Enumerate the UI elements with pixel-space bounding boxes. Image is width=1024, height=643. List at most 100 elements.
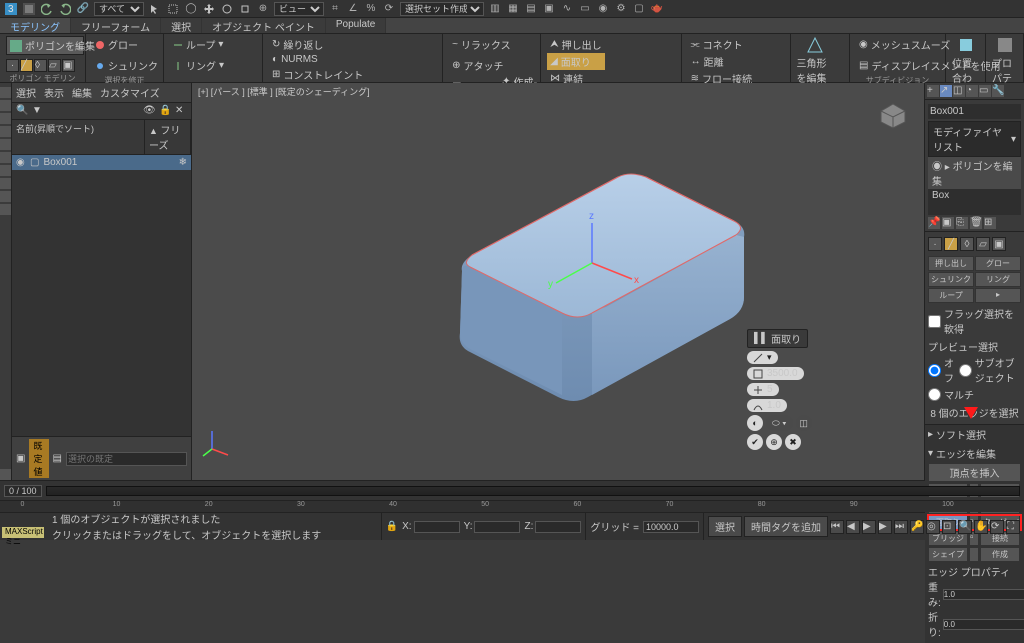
lt-7-icon[interactable] [0,165,11,176]
tab-hierarchy-icon[interactable]: ◫ [953,85,965,97]
viewport-label[interactable]: [+] [パース ] [標準 ] [既定のシェーディング] [198,85,370,98]
object-name-field[interactable]: Box001 [928,104,1021,119]
softsel-rollout[interactable]: ▸ ソフト選択 [925,425,1024,444]
tab-selection[interactable]: 選択 [161,18,202,33]
lt-4-icon[interactable] [0,126,11,137]
lt-2-icon[interactable] [0,100,11,111]
sel-shrink[interactable]: シュリンク [928,272,974,287]
default-chip[interactable]: 既定値 [29,439,48,478]
lt-bottom-icon[interactable] [0,469,11,480]
chamfer-edge-button[interactable]: ◢ 面取り [547,53,605,70]
chamfer-caddy[interactable]: ▌▌面取り ▾ 3500.0 5 1.0 ◐ ⬭ ▾ ◫ ✔ ⊕ ✖ [747,329,812,450]
stack-remove-icon[interactable]: 🗑 [970,217,982,229]
subobj-poly-icon[interactable]: ▱ [48,59,61,72]
sel-grow[interactable]: グロー [975,256,1021,271]
grow-button[interactable]: グロー [92,36,141,53]
scene-lock-icon[interactable]: 🔒 [159,105,171,117]
tab-display-icon[interactable]: ▭ [979,85,991,97]
scene-close-icon[interactable]: ✕ [175,105,187,117]
rotate-icon[interactable] [220,2,234,16]
select-lasso-icon[interactable]: ◯ [184,2,198,16]
scene-foot-icon[interactable]: ▣ [16,453,25,464]
lt-5-icon[interactable] [0,139,11,150]
freeze-icon[interactable]: ❄ [179,157,187,168]
nurms-button[interactable]: ◐ NURMS [269,53,366,66]
modifier-stack[interactable]: ◉ ▸ ポリゴンを編集 Box [928,157,1021,215]
sel-loop2[interactable]: ▸ [975,288,1021,303]
so-edge-icon[interactable]: ╱ [944,237,958,251]
shape-button[interactable]: シェイプ [928,547,968,562]
align-icon[interactable]: ▦ [506,2,520,16]
preview-sub-radio[interactable] [959,364,972,377]
lt-9-icon[interactable] [0,191,11,202]
stack-show-icon[interactable]: ▣ [942,217,954,229]
insert-vertex-button[interactable]: 頂点を挿入 [928,463,1021,482]
maximize-icon[interactable]: ⛶ [1006,520,1020,534]
frame-indicator[interactable]: 0 / 100 [4,485,42,497]
lt-10-icon[interactable] [0,204,11,215]
grid-input[interactable] [643,521,699,533]
app-menu-icon[interactable]: 3 [4,2,18,16]
lt-8-icon[interactable] [0,178,11,189]
scene-menu-display[interactable]: 表示 [44,85,64,100]
scene-item-box001[interactable]: ◉ ▢ Box001 ❄ [12,155,191,170]
loop-sel-button[interactable]: ループ ▾ [170,36,226,53]
modifier-list-dropdown[interactable]: モディファイヤ リスト ▾ [928,121,1021,157]
select-rect-icon[interactable] [166,2,180,16]
stack-config-icon[interactable]: ⊞ [984,217,996,229]
shrink-button[interactable]: シュリンク [92,57,161,74]
attach-button[interactable]: ⊕ アタッチ [449,57,506,74]
filter-dropdown[interactable]: すべて [94,2,144,16]
subobj-border-icon[interactable]: ◊ [34,59,47,72]
scene-filter-input[interactable] [66,452,187,466]
y-input[interactable] [474,521,520,533]
scene-eye-icon[interactable]: 👁 [143,105,155,117]
lt-3-icon[interactable] [0,113,11,124]
pan-icon[interactable]: ✋ [974,520,988,534]
viewport-object-box[interactable]: z x y [422,163,752,426]
subobj-elem-icon[interactable]: ▣ [62,59,75,72]
caddy-open-icon[interactable]: ◐ [747,415,763,431]
stack-box[interactable]: Box [928,189,1021,202]
named-sel-dropdown[interactable]: 選択セット作成 [400,2,484,16]
toggle-ribbon-icon[interactable]: ▣ [542,2,556,16]
extrude-edge-button[interactable]: ⮝ 押し出し [547,36,605,53]
caddy-type[interactable]: ▾ [747,351,778,364]
caddy-segments[interactable]: 5 [747,383,779,396]
redo-icon[interactable] [58,2,72,16]
tab-create-icon[interactable]: + [927,85,939,97]
lt-6-icon[interactable] [0,152,11,163]
autokey-button[interactable]: 選択 [708,516,742,537]
lock-icon[interactable]: 🔒 [386,521,398,532]
maxscript-listener[interactable]: MAXScript ミニ [2,527,44,538]
caddy-apply-icon[interactable]: ⊕ [766,434,782,450]
stack-editpoly[interactable]: ◉ ▸ ポリゴンを編集 [928,157,1021,189]
shape-settings[interactable] [969,547,979,562]
caddy-title[interactable]: ▌▌面取り [747,329,808,348]
caddy-tension[interactable]: 1.0 [747,399,787,412]
caddy-smooth-pill[interactable]: ⬭ ▾ [766,415,793,431]
time-ruler[interactable]: 0102030405060708090100 [0,500,1024,512]
constraint-button[interactable]: ⊞ コンストレイント [269,66,366,83]
setkey-button[interactable]: 時間タグを追加 [744,516,828,537]
key-mode-icon[interactable]: 🔑 [910,520,924,534]
subobj-vertex-icon[interactable]: · [6,59,19,72]
scene-foot-opt-icon[interactable]: ▤ [53,453,62,464]
snap-percent-icon[interactable]: % [364,2,378,16]
scene-menu-edit[interactable]: 編集 [72,85,92,100]
material-icon[interactable]: ◉ [596,2,610,16]
so-border-icon[interactable]: ◊ [960,237,974,251]
viewcube[interactable] [876,97,910,131]
scene-list[interactable]: ◉ ▢ Box001 ❄ [12,155,191,436]
col-name[interactable]: 名前(昇順でソート) [12,120,145,154]
snap-icon[interactable]: ⌗ [328,2,342,16]
caddy-cancel-icon[interactable]: ✖ [785,434,801,450]
repeat-button[interactable]: ↻ 繰り返し [269,36,366,53]
sel-ring[interactable]: リング [975,272,1021,287]
caddy-ok-icon[interactable]: ✔ [747,434,763,450]
so-poly-icon[interactable]: ▱ [976,237,990,251]
scene-search-icon[interactable]: 🔍 [16,105,28,117]
tab-populate[interactable]: Populate [326,18,386,33]
zoom-icon[interactable]: 🔍 [958,520,972,534]
tab-utility-icon[interactable]: 🔧 [992,85,1004,97]
